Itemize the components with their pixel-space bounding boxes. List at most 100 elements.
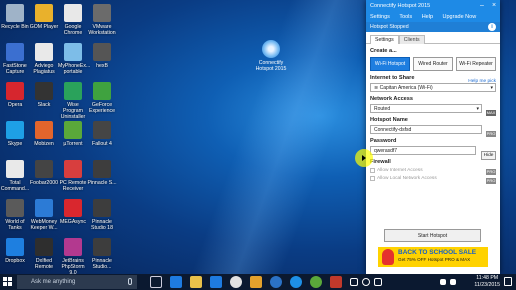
skype-icon <box>6 121 24 139</box>
task-view-icon[interactable] <box>150 276 162 288</box>
utorrent-taskbar-icon[interactable] <box>310 276 322 288</box>
desktop-shortcut[interactable]: Adviego Plagiatus <box>29 41 59 75</box>
backpack-icon <box>382 249 394 265</box>
tab-strip: Settings Clients <box>366 32 500 44</box>
microphone-icon[interactable] <box>128 278 132 285</box>
recycle-bin-icon <box>6 4 24 22</box>
edge-icon[interactable] <box>170 276 182 288</box>
desktop-shortcut[interactable]: Google Chrome <box>58 2 88 36</box>
window-titlebar[interactable]: Connectify Hotspot 2015 – × <box>366 0 500 12</box>
network-access-section: Network Access Routed ▾ MAX <box>366 96 500 116</box>
menu-settings[interactable]: Settings <box>370 14 390 20</box>
allow-lan-label: Allow Local Network Access <box>377 176 437 181</box>
close-icon[interactable]: × <box>488 0 500 12</box>
desktop-shortcut[interactable]: World of Tanks <box>0 197 30 231</box>
allow-lan-checkbox[interactable]: Allow Local Network Access <box>370 176 496 181</box>
connectify-desktop-shortcut[interactable]: Connectify Hotspot 2015 <box>252 40 290 72</box>
desktop-shortcut[interactable]: Wise Program Uninstaller <box>58 80 88 120</box>
connectify-window: Connectify Hotspot 2015 – × Settings Too… <box>366 0 500 274</box>
desktop-shortcut-label: Dropbox <box>5 258 25 264</box>
info-icon[interactable]: i <box>488 23 496 31</box>
start-hotspot-button[interactable]: Start Hotspot <box>384 229 481 242</box>
pro-badge: PRO <box>486 131 496 137</box>
network-access-select[interactable]: Routed ▾ <box>370 104 482 113</box>
menu-help[interactable]: Help <box>422 14 433 20</box>
desktop-shortcut[interactable]: MyPhoneEx... portable <box>58 41 90 75</box>
tray-icon[interactable] <box>350 278 358 286</box>
connectify-taskbar-icon[interactable] <box>270 276 282 288</box>
desktop-shortcut[interactable]: Pinnacle S... <box>87 158 117 186</box>
desktop-shortcut-label: Fallout 4 <box>92 141 112 147</box>
desktop-shortcut[interactable]: Foobar2000 <box>29 158 59 186</box>
menu-upgrade-now[interactable]: Upgrade Now <box>443 14 477 20</box>
taskbar-clock[interactable]: 11:48 PM 11/23/2015 <box>474 275 500 288</box>
tab-clients[interactable]: Clients <box>398 35 425 44</box>
network-tray-icon[interactable] <box>440 279 446 285</box>
skype-taskbar-icon[interactable] <box>290 276 302 288</box>
desktop-shortcut[interactable]: GOM Player <box>29 2 59 30</box>
volume-tray-icon[interactable] <box>450 279 456 285</box>
tray-icon[interactable] <box>362 278 370 286</box>
desktop-shortcut[interactable]: Fallout 4 <box>87 119 117 147</box>
desktop-shortcut-label: Pinnacle S... <box>87 180 117 186</box>
pinnacle-studio-icon <box>93 238 111 256</box>
minimize-icon[interactable]: – <box>476 0 488 12</box>
mobizen-icon <box>35 121 53 139</box>
checkbox-icon <box>370 168 375 173</box>
desktop-shortcut[interactable]: JetBrains PhpStorm 9.0 <box>58 236 88 276</box>
windows-start-icon[interactable] <box>3 277 13 287</box>
desktop-shortcut[interactable]: Opera <box>0 80 30 108</box>
total-commander-icon <box>6 160 24 178</box>
hotspot-name-label: Hotspot Name <box>370 117 408 123</box>
window-title: Connectify Hotspot 2015 <box>370 3 431 9</box>
desktop-shortcut-label: Mobizen <box>34 141 54 147</box>
internet-select[interactable]: ≋ Capitan America (Wi-Fi) ▾ <box>370 83 496 92</box>
desktop-shortcut[interactable]: PC Remote Receiver <box>58 158 88 192</box>
desktop-shortcut[interactable]: Pinnacle Studio 18 <box>87 197 117 231</box>
desktop-shortcut-label: Foobar2000 <box>30 180 58 186</box>
search-box[interactable]: Ask me anything <box>17 275 137 289</box>
menu-tools[interactable]: Tools <box>399 14 412 20</box>
desktop-shortcut-label: World of Tanks <box>5 219 25 231</box>
store-icon[interactable] <box>210 276 222 288</box>
fallout-icon <box>93 121 111 139</box>
file-explorer-icon[interactable] <box>190 276 202 288</box>
password-input[interactable]: qwerasdf7 <box>370 146 476 155</box>
desktop-shortcut[interactable]: Total Command... <box>0 158 30 192</box>
desktop-shortcut[interactable]: hexB <box>87 41 117 69</box>
desktop-shortcut[interactable]: Skype <box>0 119 30 147</box>
internet-section: Internet to Share Help me pick ≋ Capitan… <box>366 75 500 92</box>
tab-settings[interactable]: Settings <box>370 35 399 44</box>
wifi-repeater-button[interactable]: Wi-Fi Repeater <box>456 57 496 71</box>
chrome-taskbar-icon[interactable] <box>230 276 242 288</box>
desktop-shortcut[interactable]: VMware Workstation <box>87 2 117 36</box>
sale-banner[interactable]: BACK TO SCHOOL SALE Get 75% OFF Hotspot … <box>378 247 488 267</box>
desktop-shortcut[interactable]: Mobizen <box>29 119 59 147</box>
desktop-shortcut[interactable]: µTorrent <box>58 119 88 147</box>
notifications-icon[interactable] <box>504 277 512 286</box>
desktop-shortcut[interactable]: DxIfied Remote <box>29 236 59 270</box>
app-taskbar-icon[interactable] <box>250 276 262 288</box>
status-bar: Hotspot Stopped i <box>366 22 500 32</box>
opera-taskbar-icon[interactable] <box>330 276 342 288</box>
tray-icon[interactable] <box>374 278 382 286</box>
desktop-shortcut[interactable]: Recycle Bin <box>0 2 30 30</box>
clock-date: 11/23/2015 <box>474 281 500 288</box>
desktop-shortcut[interactable]: FastStone Capture <box>0 41 30 75</box>
wired-router-button[interactable]: Wired Router <box>413 57 453 71</box>
hotspot-name-input[interactable]: Connectify-dsfsd <box>370 125 482 134</box>
desktop-shortcut-label: VMware Workstation <box>88 24 116 36</box>
desktop-shortcut[interactable]: Dropbox <box>0 236 30 264</box>
desktop-shortcut[interactable]: Pinnacle Studio... <box>87 236 117 270</box>
desktop-shortcut[interactable]: Slack <box>29 80 59 108</box>
wifi-hotspot-button[interactable]: Wi-Fi Hotspot <box>370 57 410 71</box>
cursor-icon <box>362 155 366 161</box>
desktop-shortcut[interactable]: WebMoney Keeper W... <box>29 197 59 231</box>
foobar-icon <box>35 160 53 178</box>
allow-internet-checkbox[interactable]: Allow Internet Access <box>370 168 496 173</box>
desktop-shortcut-label: Pinnacle Studio... <box>92 258 112 270</box>
internet-value: Capitan America (Wi-Fi) <box>379 85 433 91</box>
gom-player-icon <box>35 4 53 22</box>
desktop-shortcut[interactable]: GeForce Experience <box>87 80 117 114</box>
desktop-shortcut[interactable]: MEGAsync <box>58 197 88 225</box>
